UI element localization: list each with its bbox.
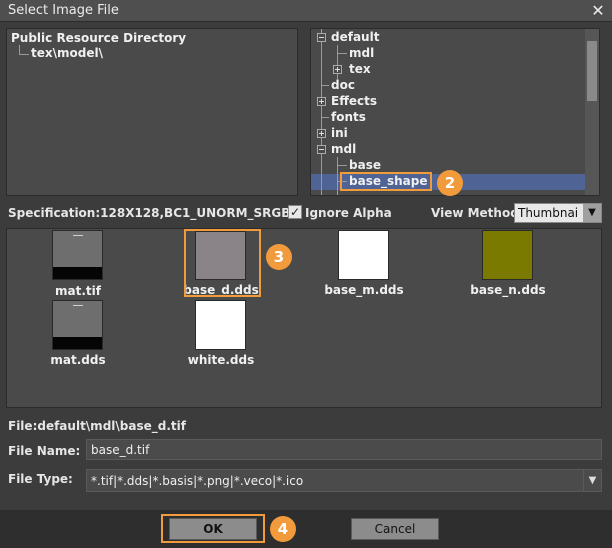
file-label-white-dds[interactable]: white.dds: [180, 353, 262, 367]
selected-file-path: File:default\mdl\base_d.tif: [8, 419, 186, 433]
collapse-icon[interactable]: [317, 33, 326, 42]
specification-label: Specification:128X128,BC1_UNORM_SRGB: [8, 206, 291, 220]
expand-icon[interactable]: [333, 65, 342, 74]
tree-item-base[interactable]: base: [349, 158, 381, 172]
thumb-preview-band: [53, 267, 102, 279]
thumbnail-white-dds[interactable]: [195, 300, 246, 350]
file-label-base-n-dds[interactable]: base_n.dds: [462, 283, 554, 297]
chevron-down-icon[interactable]: ▼: [583, 204, 601, 222]
tree-connector: [321, 29, 322, 195]
callout-highlight-step3: [184, 229, 261, 297]
dialog-footer: [0, 510, 612, 548]
file-label-mat-dds[interactable]: mat.dds: [38, 353, 118, 367]
thumbnail-mat-dds[interactable]: [52, 300, 103, 350]
expand-icon[interactable]: [317, 129, 326, 138]
tree-root-label[interactable]: Public Resource Directory: [11, 31, 186, 45]
tree-item-mdl-root[interactable]: mdl: [331, 142, 356, 156]
file-label-mat-tif[interactable]: mat.tif: [38, 284, 118, 298]
file-label-base-m-dds[interactable]: base_m.dds: [318, 283, 410, 297]
tree-item-fonts[interactable]: fonts: [331, 110, 366, 124]
tree-connector: [321, 85, 329, 86]
file-type-value: *.tif|*.dds|*.basis|*.png|*.veco|*.ico: [91, 474, 304, 488]
tree-item-doc[interactable]: doc: [331, 78, 355, 92]
ignore-alpha-label[interactable]: Ignore Alpha: [305, 206, 392, 220]
window-title: Select Image File: [8, 3, 119, 18]
thumbnail-mat-tif[interactable]: [52, 230, 103, 280]
tree-connector: [337, 165, 347, 166]
tree-item-mdl[interactable]: mdl: [349, 46, 374, 60]
resource-directory-panel[interactable]: Public Resource Directory tex\model\: [6, 28, 298, 196]
tree-scrollbar[interactable]: [585, 29, 599, 195]
expand-icon[interactable]: [317, 97, 326, 106]
tree-connector: [19, 45, 20, 54]
thumbnail-base-m-dds[interactable]: [338, 230, 389, 280]
tree-connector: [321, 117, 329, 118]
tree-item-tex[interactable]: tex: [349, 62, 371, 76]
callout-highlight-step2: [340, 172, 432, 191]
ignore-alpha-checkbox[interactable]: ✓: [288, 205, 302, 219]
thumb-preview-band: [53, 337, 102, 349]
file-type-select[interactable]: *.tif|*.dds|*.basis|*.png|*.veco|*.ico: [86, 469, 602, 492]
callout-highlight-step4: [161, 514, 265, 543]
thumbnail-base-n-dds[interactable]: [482, 230, 533, 280]
tree-item-default[interactable]: default: [331, 30, 379, 44]
tree-connector: [337, 53, 347, 54]
step-badge-3: 3: [266, 244, 292, 270]
tree-item-tex-model[interactable]: tex\model\: [31, 46, 103, 60]
tree-connector: [19, 54, 29, 55]
thumb-preview-mark: [73, 235, 83, 236]
file-name-value: base_d.tif: [91, 443, 150, 457]
step-badge-4: 4: [270, 516, 296, 542]
view-method-value: Thumbnai: [518, 206, 579, 220]
tree-item-effects[interactable]: Effects: [331, 94, 377, 108]
chevron-down-icon[interactable]: ▼: [583, 470, 601, 491]
step-badge-2: 2: [437, 170, 463, 196]
cancel-button[interactable]: Cancel: [351, 518, 439, 540]
collapse-icon[interactable]: [317, 145, 326, 154]
tree-connector: [337, 157, 338, 195]
file-name-label: File Name:: [8, 444, 81, 458]
file-type-label: File Type:: [8, 472, 73, 486]
tree-item-ini[interactable]: ini: [331, 126, 348, 140]
view-method-label: View Method:: [431, 206, 524, 220]
thumb-preview-mark: [73, 305, 83, 306]
close-button[interactable]: ✕: [588, 1, 608, 21]
file-name-input[interactable]: base_d.tif: [86, 439, 602, 460]
scrollbar-thumb[interactable]: [587, 41, 597, 101]
